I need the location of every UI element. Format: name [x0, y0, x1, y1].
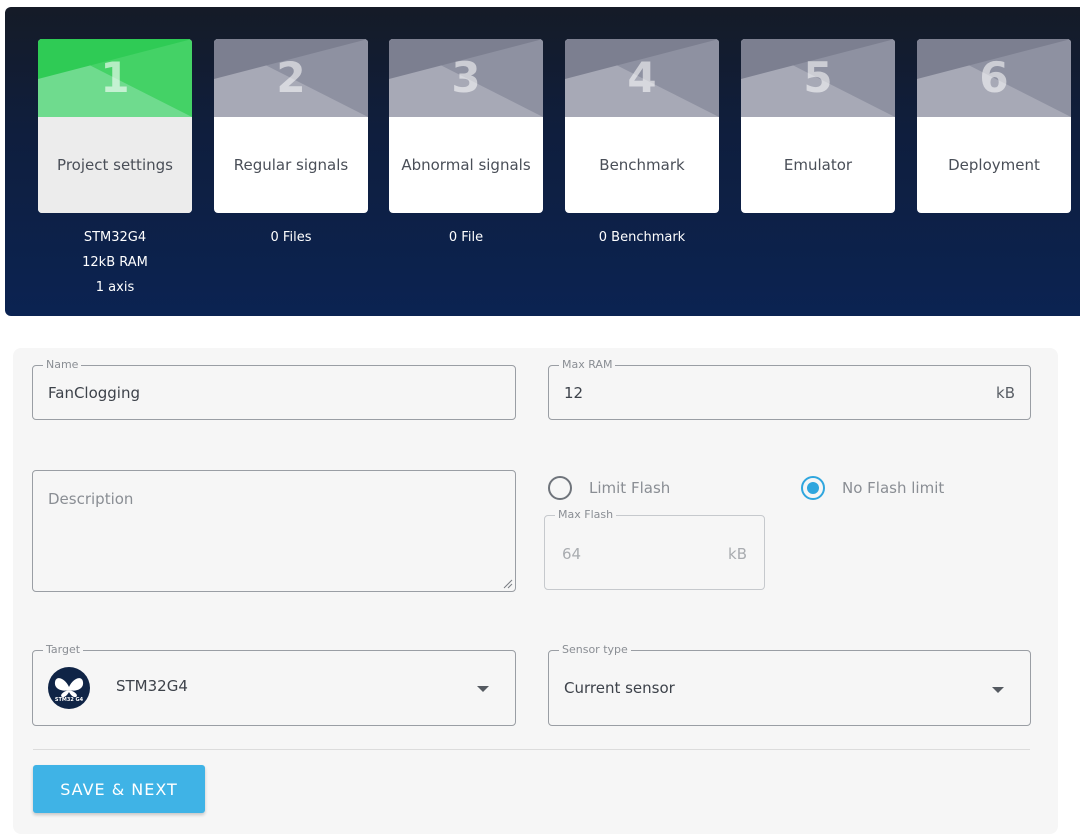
sensor-type-value: Current sensor [564, 679, 675, 697]
step-card[interactable]: 2 Regular signals [214, 39, 368, 213]
form-divider [33, 749, 1030, 750]
step-number: 6 [979, 53, 1009, 102]
step-info: 0 Benchmark [565, 225, 719, 250]
max-flash-unit: kB [728, 545, 747, 563]
target-legend: Target [43, 643, 84, 657]
step-abnormal-signals[interactable]: 3 Abnormal signals 0 File [389, 39, 543, 250]
step-label: Emulator [783, 156, 853, 174]
sensor-type-select[interactable]: Sensor type Current sensor [548, 643, 1031, 726]
chevron-down-icon[interactable] [477, 686, 489, 692]
max-flash-input: 64 [562, 545, 582, 563]
target-value: STM32G4 [116, 677, 188, 695]
step-card[interactable]: 6 Deployment [917, 39, 1071, 213]
step-header: 1 [38, 39, 192, 117]
step-header: 5 [741, 39, 895, 117]
no-flash-limit-radio[interactable]: No Flash limit [801, 476, 944, 500]
sensor-type-legend: Sensor type [559, 643, 631, 657]
step-benchmark[interactable]: 4 Benchmark 0 Benchmark [565, 39, 719, 250]
step-number: 4 [627, 53, 657, 102]
step-card[interactable]: 3 Abnormal signals [389, 39, 543, 213]
step-emulator[interactable]: 5 Emulator [741, 39, 895, 213]
step-info-files: 0 File [448, 230, 484, 245]
step-number: 2 [276, 53, 306, 102]
description-field[interactable]: Description [32, 470, 516, 592]
step-card[interactable]: 4 Benchmark [565, 39, 719, 213]
step-label: Project settings [57, 156, 173, 174]
radio-on-icon[interactable] [801, 476, 825, 500]
step-info: STM32G4 12kB RAM 1 axis [38, 225, 192, 300]
max-ram-unit: kB [996, 384, 1015, 402]
step-info-files: 0 Files [270, 230, 312, 245]
max-ram-legend: Max RAM [559, 358, 616, 372]
limit-flash-radio[interactable]: Limit Flash [548, 476, 670, 500]
stm32-butterfly-icon: STM32 G4 [48, 667, 90, 709]
step-label: Abnormal signals [401, 156, 531, 174]
step-header: 6 [917, 39, 1071, 117]
step-regular-signals[interactable]: 2 Regular signals 0 Files [214, 39, 368, 250]
max-flash-legend: Max Flash [555, 508, 617, 522]
step-card[interactable]: 5 Emulator [741, 39, 895, 213]
step-info: 0 Files [214, 225, 368, 250]
save-next-button[interactable]: SAVE & NEXT [33, 765, 205, 813]
max-flash-field: Max Flash 64 kB [544, 508, 765, 590]
step-label: Regular signals [233, 156, 349, 174]
radio-off-icon[interactable] [548, 476, 572, 500]
step-info-ram: 12kB RAM [82, 255, 148, 270]
wizard-stepper: 1 Project settings STM32G4 12kB RAM 1 ax… [5, 7, 1080, 316]
step-label: Deployment [948, 156, 1040, 174]
step-info-target: STM32G4 [83, 230, 147, 245]
max-ram-field[interactable]: Max RAM 12 kB [548, 358, 1031, 420]
resize-handle-icon[interactable] [503, 579, 513, 589]
step-deployment[interactable]: 6 Deployment [917, 39, 1071, 213]
name-field[interactable]: Name FanClogging [32, 358, 516, 420]
step-project-settings[interactable]: 1 Project settings STM32G4 12kB RAM 1 ax… [38, 39, 192, 300]
step-label: Benchmark [599, 156, 685, 174]
step-header: 3 [389, 39, 543, 117]
no-flash-limit-label: No Flash limit [842, 479, 945, 497]
name-legend: Name [43, 358, 82, 372]
step-number: 1 [100, 53, 130, 102]
step-info-axis: 1 axis [95, 280, 135, 295]
step-header: 4 [565, 39, 719, 117]
chevron-down-icon[interactable] [992, 687, 1004, 693]
name-input[interactable]: FanClogging [48, 384, 140, 402]
step-number: 3 [451, 53, 481, 102]
step-number: 5 [803, 53, 833, 102]
step-info: 0 File [389, 225, 543, 250]
max-ram-input[interactable]: 12 [564, 384, 583, 402]
target-logo-text: STM32 G4 [54, 697, 84, 703]
limit-flash-label: Limit Flash [589, 479, 671, 497]
step-header: 2 [214, 39, 368, 117]
project-settings-form: Name FanClogging Max RAM 12 kB Descripti… [13, 348, 1058, 834]
step-info-benchmark: 0 Benchmark [598, 230, 686, 245]
target-select[interactable]: Target STM32 G4 STM32G4 [32, 643, 516, 726]
step-card[interactable]: 1 Project settings [38, 39, 192, 213]
description-placeholder[interactable]: Description [48, 490, 133, 508]
